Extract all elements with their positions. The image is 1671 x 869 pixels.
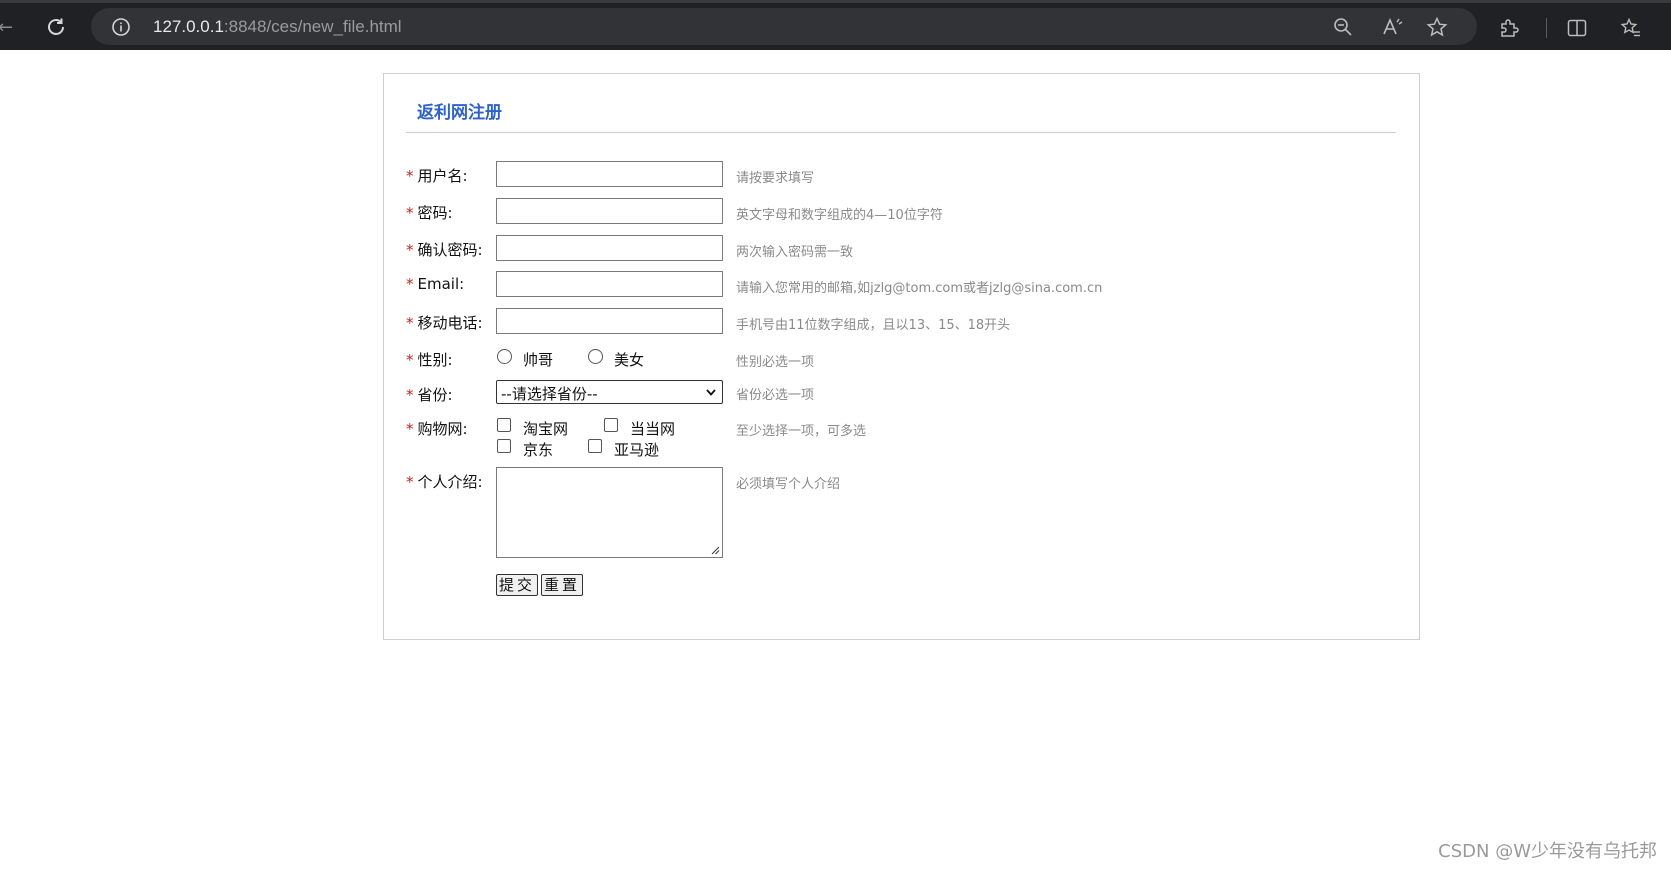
row-email: * Email: 请输入您常用的邮箱,如jzlg@tom.com或者jzlg@si… xyxy=(406,271,1406,301)
shopping-option-amazon[interactable]: 亚马逊 xyxy=(614,439,659,460)
username-hint: 请按要求填写 xyxy=(736,171,815,186)
province-select[interactable]: --请选择省份-- xyxy=(496,380,723,404)
mobile-hint: 手机号由11位数字组成，且以13、15、18开头 xyxy=(736,318,1011,333)
shopping-checkbox-dangdang[interactable] xyxy=(604,418,618,432)
required-mark: * xyxy=(406,420,414,438)
confirm-password-hint: 两次输入密码需一致 xyxy=(736,245,854,260)
intro-textarea[interactable] xyxy=(496,467,723,558)
row-username: * 用户名: 请按要求填写 xyxy=(406,161,1406,191)
reset-button[interactable]: 重置 xyxy=(541,574,584,596)
title-divider xyxy=(406,132,1396,133)
shopping-checkbox-taobao[interactable] xyxy=(497,418,511,432)
row-password: * 密码: 英文字母和数字组成的4—10位字符 xyxy=(406,198,1406,228)
province-hint: 省份必选一项 xyxy=(736,388,815,403)
row-gender: * 性别: 帅哥 美女 性别必选一项 xyxy=(406,345,1406,375)
required-mark: * xyxy=(406,275,414,293)
required-mark: * xyxy=(406,473,414,491)
url-text[interactable]: 127.0.0.1:8848/ces/new_file.html xyxy=(153,17,402,37)
required-mark: * xyxy=(406,351,414,369)
confirm-password-label: * 确认密码: xyxy=(406,241,483,259)
required-mark: * xyxy=(406,204,414,222)
shopping-hint: 至少选择一项，可多选 xyxy=(736,424,867,439)
gender-radio-male[interactable] xyxy=(497,349,512,364)
required-mark: * xyxy=(406,167,414,185)
required-mark: * xyxy=(406,241,414,259)
favorites-list-icon[interactable] xyxy=(1620,17,1642,39)
submit-button[interactable]: 提交 xyxy=(496,574,539,596)
gender-label: * 性别: xyxy=(406,351,453,369)
row-mobile: * 移动电话: 手机号由11位数字组成，且以13、15、18开头 xyxy=(406,308,1406,338)
split-screen-icon[interactable] xyxy=(1566,17,1588,39)
shopping-checkbox-jd[interactable] xyxy=(497,439,511,453)
read-aloud-icon[interactable] xyxy=(1381,16,1403,38)
form-title: 返利网注册 xyxy=(417,103,502,123)
toolbar-divider xyxy=(1546,18,1547,38)
row-province: * 省份: --请选择省份-- 省份必选一项 xyxy=(406,380,1406,410)
site-info-icon[interactable] xyxy=(111,17,131,37)
row-intro: * 个人介绍: 必须填写个人介绍 xyxy=(406,467,1406,562)
shopping-checkbox-amazon[interactable] xyxy=(588,439,602,453)
register-form-panel: 返利网注册 * 用户名: 请按要求填写 * 密码: 英文字母和数字组成的4—10位字… xyxy=(383,73,1420,640)
mobile-label: * 移动电话: xyxy=(406,314,483,332)
address-bar[interactable]: 127.0.0.1:8848/ces/new_file.html xyxy=(91,8,1477,45)
chevron-down-icon xyxy=(706,389,716,396)
email-input[interactable] xyxy=(496,271,723,297)
zoom-out-icon[interactable] xyxy=(1332,16,1354,38)
watermark: CSDN @W少年没有乌托邦 xyxy=(1438,841,1657,862)
province-selected-value: --请选择省份-- xyxy=(501,385,598,403)
gender-option-male[interactable]: 帅哥 xyxy=(523,349,553,370)
password-label: * 密码: xyxy=(406,204,453,222)
shopping-option-jd[interactable]: 京东 xyxy=(523,439,553,460)
username-label: * 用户名: xyxy=(406,167,468,185)
resize-grip-icon[interactable] xyxy=(711,546,720,555)
url-host: 127.0.0.1 xyxy=(153,17,224,36)
url-path: :8848/ces/new_file.html xyxy=(223,17,402,36)
row-shopping: * 购物网: 淘宝网 当当网 京东 亚马逊 至少选择一项，可多选 xyxy=(406,414,1406,460)
email-hint: 请输入您常用的邮箱,如jzlg@tom.com或者jzlg@sina.com.c… xyxy=(736,281,1103,296)
shopping-label: * 购物网: xyxy=(406,420,468,438)
username-input[interactable] xyxy=(496,161,723,187)
required-mark: * xyxy=(406,314,414,332)
mobile-input[interactable] xyxy=(496,308,723,334)
intro-hint: 必须填写个人介绍 xyxy=(736,477,841,492)
shopping-option-dangdang[interactable]: 当当网 xyxy=(630,418,675,439)
password-hint: 英文字母和数字组成的4—10位字符 xyxy=(736,208,943,223)
required-mark: * xyxy=(406,386,414,404)
email-label: * Email: xyxy=(406,275,465,293)
gender-hint: 性别必选一项 xyxy=(736,355,815,370)
row-confirm-password: * 确认密码: 两次输入密码需一致 xyxy=(406,235,1406,265)
confirm-password-input[interactable] xyxy=(496,235,723,261)
gender-option-female[interactable]: 美女 xyxy=(614,349,644,370)
row-actions: 提交 重置 xyxy=(406,574,1406,604)
favorite-star-icon[interactable] xyxy=(1426,16,1448,38)
back-arrow-icon[interactable]: ← xyxy=(0,17,13,38)
province-label: * 省份: xyxy=(406,386,453,404)
extensions-icon[interactable] xyxy=(1498,17,1520,39)
intro-label: * 个人介绍: xyxy=(406,473,483,491)
shopping-option-taobao[interactable]: 淘宝网 xyxy=(523,418,568,439)
password-input[interactable] xyxy=(496,198,723,224)
browser-toolbar: ← 127.0.0.1:8848/ces/new_file.html xyxy=(0,0,1671,50)
reload-icon[interactable] xyxy=(44,15,68,39)
gender-radio-female[interactable] xyxy=(588,349,603,364)
